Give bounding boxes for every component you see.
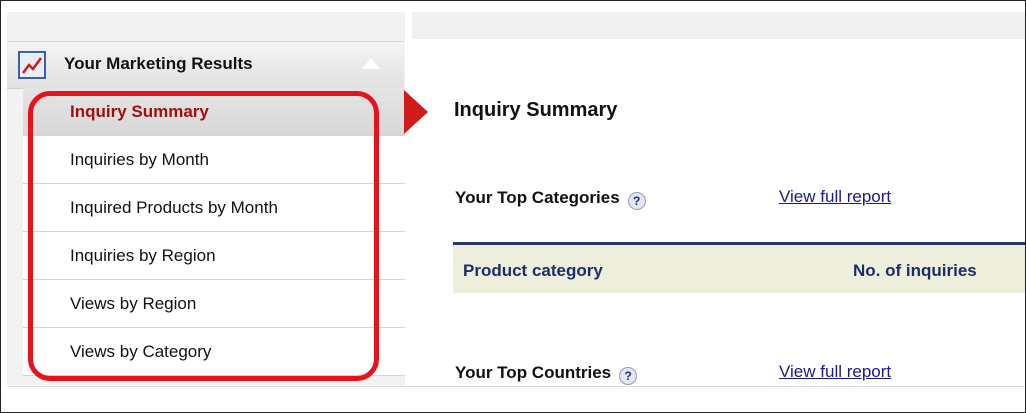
sidebar-item-inquiry-summary[interactable]: Inquiry Summary [23, 88, 405, 136]
help-icon[interactable]: ? [627, 192, 646, 210]
help-icon[interactable]: ? [619, 367, 638, 385]
categories-table-header: Product category No. of inquiries [453, 242, 1025, 293]
sidebar-item-views-by-category[interactable]: Views by Category [23, 328, 405, 376]
column-header-no-of-inquiries[interactable]: No. of inquiries [853, 261, 977, 281]
top-categories-text: Your Top Categories [455, 188, 620, 207]
main-top-bar [412, 12, 1025, 39]
sidebar-item-inquired-products-by-month[interactable]: Inquired Products by Month [23, 184, 405, 232]
sidebar-item-label: Inquiries by Month [70, 150, 209, 169]
sidebar-item-views-by-region[interactable]: Views by Region [23, 280, 405, 328]
sidebar-section-header[interactable]: Your Marketing Results [7, 41, 404, 89]
top-categories-view-report-link[interactable]: View full report [779, 187, 891, 207]
sidebar-item-label: Inquiry Summary [70, 102, 209, 121]
sidebar-item-label: Views by Category [70, 342, 212, 361]
column-header-product-category[interactable]: Product category [463, 261, 603, 281]
sidebar-item-label: Inquired Products by Month [70, 198, 278, 217]
top-countries-text: Your Top Countries [455, 363, 612, 382]
sidebar-item-label: Views by Region [70, 294, 197, 313]
sidebar-item-label: Inquiries by Region [70, 246, 216, 265]
collapse-caret-icon[interactable] [362, 58, 380, 69]
sidebar-item-inquiries-by-month[interactable]: Inquiries by Month [23, 136, 405, 184]
top-categories-label: Your Top Categories? [455, 188, 646, 210]
sidebar-header-label: Your Marketing Results [64, 54, 253, 73]
sidebar-menu: Inquiry Summary Inquiries by Month Inqui… [23, 88, 405, 376]
divider [8, 386, 1024, 387]
main-panel [412, 39, 1025, 387]
active-pointer-arrow-icon [404, 90, 428, 134]
top-countries-label: Your Top Countries? [455, 363, 638, 385]
sidebar-item-inquiries-by-region[interactable]: Inquiries by Region [23, 232, 405, 280]
chart-trend-icon [18, 51, 46, 79]
top-countries-view-report-link[interactable]: View full report [779, 362, 891, 382]
page-title: Inquiry Summary [454, 99, 618, 121]
